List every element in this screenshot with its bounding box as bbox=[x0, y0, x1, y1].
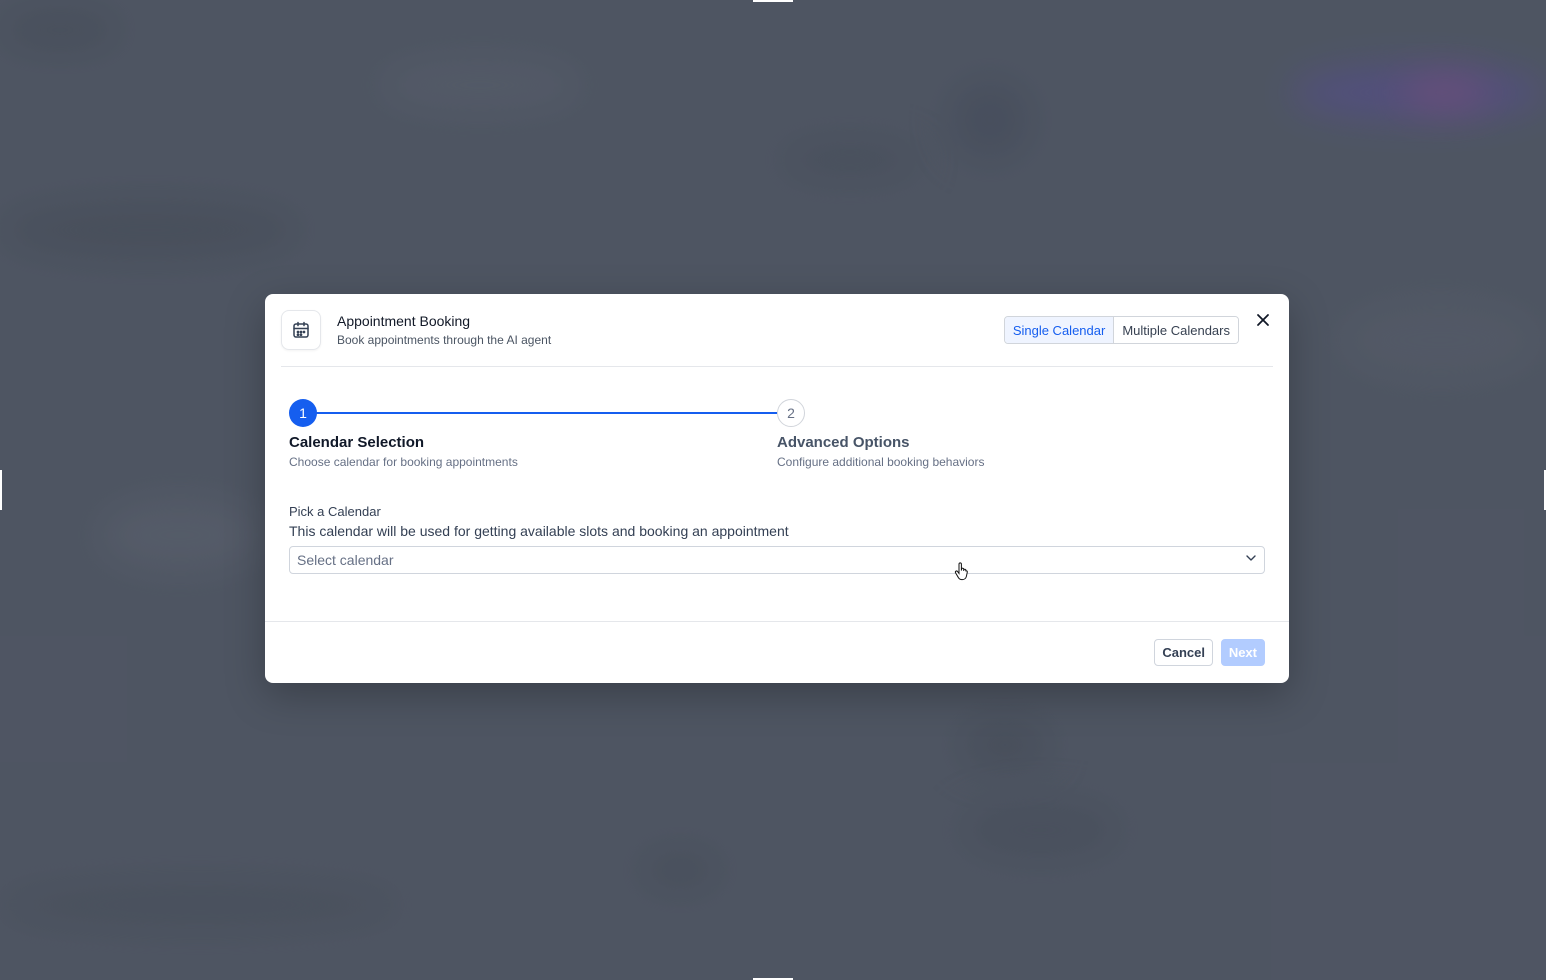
next-button[interactable]: Next bbox=[1220, 639, 1265, 666]
step-1-description: Choose calendar for booking appointments bbox=[289, 455, 518, 469]
close-icon[interactable] bbox=[1253, 310, 1273, 330]
calendar-field: Pick a Calendar This calendar will be us… bbox=[289, 504, 1265, 574]
field-label: Pick a Calendar bbox=[289, 504, 381, 519]
multiple-calendars-button[interactable]: Multiple Calendars bbox=[1114, 317, 1238, 343]
step-2-indicator[interactable]: 2 bbox=[777, 399, 805, 427]
step-2-title: Advanced Options bbox=[777, 434, 910, 451]
step-1-indicator[interactable]: 1 bbox=[289, 399, 317, 427]
calendar-mode-toggle: Single Calendar Multiple Calendars bbox=[1003, 316, 1239, 344]
step-1-title: Calendar Selection bbox=[289, 434, 425, 451]
calendar-icon bbox=[281, 310, 321, 350]
modal-title: Appointment Booking bbox=[337, 313, 471, 329]
hand-cursor-icon bbox=[954, 562, 970, 582]
cancel-button[interactable]: Cancel bbox=[1154, 639, 1213, 666]
step-progress-line bbox=[303, 412, 777, 414]
appointment-booking-modal: Appointment Booking Book appointments th… bbox=[265, 294, 1289, 683]
select-placeholder: Select calendar bbox=[297, 552, 394, 568]
stepper: 1 2 Calendar Selection Choose calendar f… bbox=[289, 399, 1265, 479]
edge-mark-top bbox=[753, 0, 793, 2]
modal-footer: Cancel Next bbox=[265, 621, 1289, 683]
chevron-down-icon bbox=[1245, 551, 1257, 569]
step-2-description: Configure additional booking behaviors bbox=[777, 455, 985, 469]
modal-header: Appointment Booking Book appointments th… bbox=[281, 294, 1273, 367]
calendar-select[interactable]: Select calendar bbox=[289, 546, 1265, 574]
field-help-text: This calendar will be used for getting a… bbox=[289, 523, 789, 539]
edge-mark-left bbox=[0, 470, 2, 510]
modal-subtitle: Book appointments through the AI agent bbox=[337, 333, 552, 347]
single-calendar-button[interactable]: Single Calendar bbox=[1004, 317, 1115, 343]
